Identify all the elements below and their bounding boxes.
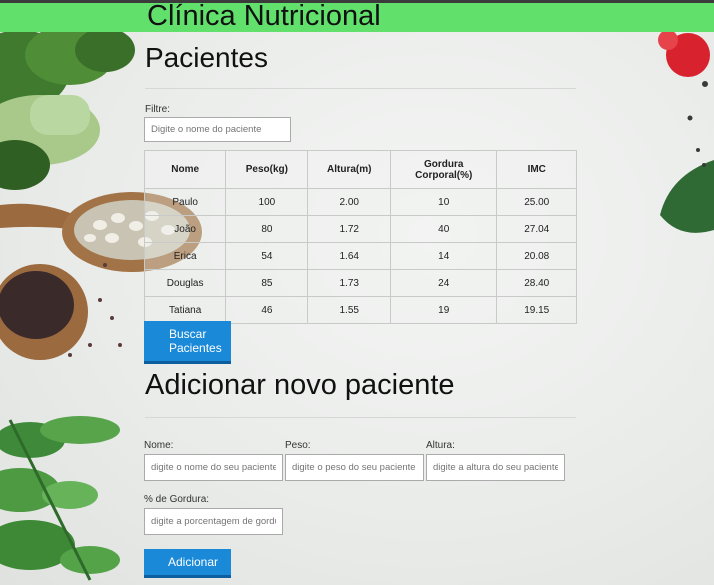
name-label: Nome: [144, 440, 174, 451]
cell-imc: 28.40 [496, 269, 577, 297]
patients-table: Nome Peso(kg) Altura(m) Gordura Corporal… [143, 150, 577, 324]
cell-name: Paulo [143, 188, 227, 216]
broccoli-image [0, 25, 135, 190]
weight-label: Peso: [285, 440, 311, 451]
cell-body-fat: 19 [389, 296, 498, 324]
cell-weight: 46 [225, 296, 309, 324]
wooden-spoon-rice-image [0, 263, 122, 360]
weight-input[interactable] [285, 454, 424, 481]
cell-imc: 20.08 [496, 242, 577, 270]
column-header-body-fat[interactable]: Gordura Corporal(%) [389, 150, 498, 189]
cell-name: João [143, 215, 227, 243]
filter-input[interactable] [144, 117, 291, 142]
body-fat-label: % de Gordura: [144, 494, 210, 505]
patients-heading: Pacientes [145, 42, 268, 73]
radish-image [658, 30, 710, 121]
cell-height: 1.55 [307, 296, 391, 324]
table-row[interactable]: Erica 54 1.64 14 20.08 [143, 242, 577, 270]
cell-height: 1.64 [307, 242, 391, 270]
column-header-imc[interactable]: IMC [496, 150, 577, 189]
column-header-name[interactable]: Nome [143, 150, 227, 189]
cell-weight: 85 [225, 269, 309, 297]
table-header-row: Nome Peso(kg) Altura(m) Gordura Corporal… [143, 150, 577, 189]
cell-imc: 27.04 [496, 215, 577, 243]
cell-height: 2.00 [307, 188, 391, 216]
herbs-image [0, 416, 120, 581]
search-patients-button[interactable]: Buscar Pacientes [144, 321, 231, 364]
column-header-height[interactable]: Altura(m) [307, 150, 391, 189]
name-input[interactable] [144, 454, 283, 481]
divider [145, 88, 576, 89]
header-bar: Clínica Nutricional [0, 0, 714, 32]
cell-weight: 54 [225, 242, 309, 270]
cell-imc: 19.15 [496, 296, 577, 324]
divider [145, 417, 576, 418]
cell-body-fat: 40 [389, 215, 498, 243]
cell-name: Douglas [143, 269, 227, 297]
add-button[interactable]: Adicionar [144, 549, 231, 578]
add-patient-heading: Adicionar novo paciente [145, 369, 455, 401]
cell-body-fat: 24 [389, 269, 498, 297]
leaf-image [660, 148, 714, 233]
table-row[interactable]: Tatiana 46 1.55 19 19.15 [143, 296, 577, 324]
table-row[interactable]: Paulo 100 2.00 10 25.00 [143, 188, 577, 216]
cell-weight: 80 [225, 215, 309, 243]
page-title: Clínica Nutricional [147, 0, 381, 32]
table-row[interactable]: Douglas 85 1.73 24 28.40 [143, 269, 577, 297]
cell-weight: 100 [225, 188, 309, 216]
cell-height: 1.73 [307, 269, 391, 297]
cell-body-fat: 14 [389, 242, 498, 270]
height-input[interactable] [426, 454, 565, 481]
column-header-weight[interactable]: Peso(kg) [225, 150, 309, 189]
height-label: Altura: [426, 440, 455, 451]
cell-imc: 25.00 [496, 188, 577, 216]
cell-body-fat: 10 [389, 188, 498, 216]
cell-name: Erica [143, 242, 227, 270]
cell-height: 1.72 [307, 215, 391, 243]
cell-name: Tatiana [143, 296, 227, 324]
body-fat-input[interactable] [144, 508, 283, 535]
filter-label: Filtre: [145, 104, 170, 115]
table-row[interactable]: João 80 1.72 40 27.04 [143, 215, 577, 243]
